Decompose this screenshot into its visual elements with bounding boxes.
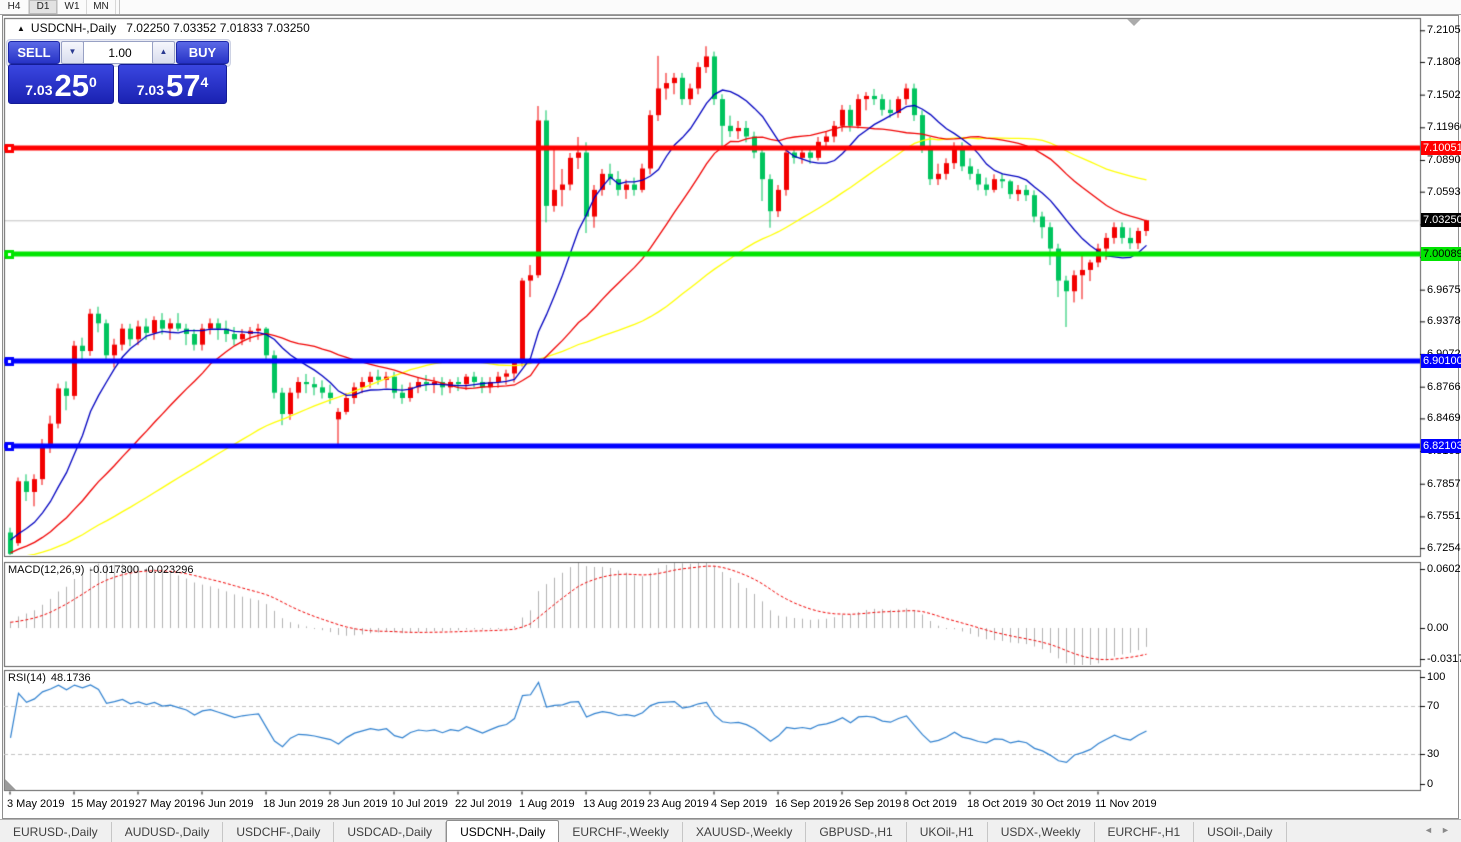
arrow-down-icon: ▼	[69, 47, 77, 56]
chart-symbol-period: USDCNH-,Daily	[31, 21, 116, 35]
price-axis-tick: 6.78570	[1427, 478, 1461, 490]
tab-usoil-daily[interactable]: USOil-,Daily	[1194, 822, 1286, 842]
sell-button[interactable]: SELL	[8, 41, 60, 64]
indicator-axis-tick: 70	[1427, 700, 1439, 712]
date-axis-tick: 16 Sep 2019	[775, 798, 837, 810]
date-axis-tick: 23 Aug 2019	[647, 798, 709, 810]
chart-title: ▲ USDCNH-,Daily 7.02250 7.03352 7.01833 7.…	[17, 21, 310, 35]
volume-increase-button[interactable]: ▲	[152, 41, 175, 64]
sell-price-prefix: 7.03	[25, 80, 52, 100]
indicator-axis-tick: 0	[1427, 778, 1433, 790]
indicator-axis-tick: 100	[1427, 671, 1445, 683]
date-axis-tick: 10 Jul 2019	[391, 798, 448, 810]
tab-eurchf-weekly[interactable]: EURCHF-,Weekly	[559, 822, 682, 842]
indicator-axis-tick: 0.00	[1427, 622, 1448, 634]
macd-indicator-label: MACD(12,26,9) -0.017300 -0.023296	[8, 564, 199, 576]
date-axis-tick: 6 Jun 2019	[199, 798, 253, 810]
date-axis-tick: 28 Jun 2019	[327, 798, 388, 810]
tab-eurchf-h1[interactable]: EURCHF-,H1	[1095, 822, 1195, 842]
tab-usdx-weekly[interactable]: USDX-,Weekly	[988, 822, 1095, 842]
tab-xauusd-weekly[interactable]: XAUUSD-,Weekly	[683, 822, 806, 842]
one-click-trading-panel: SELL ▼ ▲ BUY 7.03250 7.03574	[8, 41, 227, 104]
buy-price-box[interactable]: 7.03574	[118, 64, 227, 104]
buy-price-pips: 57	[166, 72, 200, 100]
tab-audusd-daily[interactable]: AUDUSD-,Daily	[112, 822, 224, 842]
chart-tab-bar: ◄ ► EURUSD-,DailyAUDUSD-,DailyUSDCHF-,Da…	[0, 819, 1461, 842]
date-axis-tick: 13 Aug 2019	[583, 798, 645, 810]
date-axis-tick: 11 Nov 2019	[1095, 798, 1157, 810]
date-axis-tick: 30 Oct 2019	[1031, 798, 1091, 810]
tab-ukoil-h1[interactable]: UKOil-,H1	[907, 822, 988, 842]
tab-gbpusd-h1[interactable]: GBPUSD-,H1	[806, 822, 906, 842]
indicator-axis-tick: 30	[1427, 748, 1439, 760]
chart-ohlc-values: 7.02250 7.03352 7.01833 7.03250	[126, 21, 310, 35]
hline-price-badge: 7.00089	[1421, 247, 1461, 261]
volume-input[interactable]	[83, 41, 157, 64]
arrow-up-icon: ▲	[160, 47, 168, 56]
date-axis-tick: 3 May 2019	[7, 798, 64, 810]
rsi-indicator-label: RSI(14) 48.1736	[8, 672, 96, 684]
date-axis-tick: 4 Sep 2019	[711, 798, 767, 810]
price-axis-tick: 7.08900	[1427, 154, 1461, 166]
chart-canvas[interactable]	[0, 0, 1461, 842]
hline-price-badge: 7.10051	[1421, 141, 1461, 155]
sell-price-pips: 25	[54, 72, 88, 100]
date-axis-tick: 1 Aug 2019	[519, 798, 575, 810]
price-axis-tick: 7.18080	[1427, 56, 1461, 68]
collapse-arrow-icon[interactable]: ▲	[17, 24, 25, 33]
date-axis-tick: 26 Sep 2019	[839, 798, 901, 810]
rsi-name: RSI(14)	[8, 672, 46, 684]
price-axis-tick: 7.11960	[1427, 121, 1461, 133]
price-axis-tick: 7.05930	[1427, 186, 1461, 198]
rsi-value: 48.1736	[51, 672, 91, 684]
sell-price-box[interactable]: 7.03250	[8, 64, 114, 104]
price-axis-tick: 6.87660	[1427, 381, 1461, 393]
price-axis-tick: 6.72540	[1427, 542, 1461, 554]
hline-price-badge: 6.90100	[1421, 354, 1461, 368]
date-axis-tick: 8 Oct 2019	[903, 798, 957, 810]
price-axis-tick: 6.93780	[1427, 315, 1461, 327]
date-axis-tick: 15 May 2019	[71, 798, 135, 810]
buy-button[interactable]: BUY	[176, 41, 229, 64]
date-axis-tick: 18 Oct 2019	[967, 798, 1027, 810]
price-axis-tick: 7.15020	[1427, 89, 1461, 101]
volume-decrease-button[interactable]: ▼	[61, 41, 84, 64]
date-axis-tick: 27 May 2019	[135, 798, 199, 810]
price-axis-tick: 6.75510	[1427, 510, 1461, 522]
sell-price-point: 0	[89, 77, 97, 87]
price-axis-tick: 6.84690	[1427, 412, 1461, 424]
tab-usdcnh-daily[interactable]: USDCNH-,Daily	[446, 820, 559, 842]
macd-name: MACD(12,26,9)	[8, 564, 84, 576]
tab-usdcad-daily[interactable]: USDCAD-,Daily	[334, 822, 446, 842]
pane-resize-grip[interactable]	[5, 779, 16, 790]
hline-price-badge: 6.82103	[1421, 439, 1461, 453]
price-axis-tick: 7.21050	[1427, 24, 1461, 36]
indicator-axis-tick: 0.060273	[1427, 563, 1461, 575]
tab-scroll-right-icon[interactable]: ►	[1441, 825, 1450, 835]
tab-eurusd-daily[interactable]: EURUSD-,Daily	[0, 822, 112, 842]
macd-signal-value: -0.023296	[144, 564, 194, 576]
date-axis-tick: 22 Jul 2019	[455, 798, 512, 810]
macd-main-value: -0.017300	[89, 564, 139, 576]
terminal-window: H4 D1 W1 MN ▲USDCNH-,Daily7.02250 7.0335…	[0, 0, 1461, 842]
chart-shift-marker-icon[interactable]	[1127, 19, 1141, 26]
tab-usdchf-daily[interactable]: USDCHF-,Daily	[223, 822, 334, 842]
tab-scroll-left-icon[interactable]: ◄	[1424, 825, 1433, 835]
buy-price-prefix: 7.03	[137, 80, 164, 100]
current-price-badge: 7.03250	[1421, 213, 1461, 227]
buy-price-point: 4	[200, 77, 208, 87]
date-axis-tick: 18 Jun 2019	[263, 798, 324, 810]
price-axis-tick: 6.96750	[1427, 284, 1461, 296]
indicator-axis-tick: -0.031725	[1427, 653, 1461, 665]
